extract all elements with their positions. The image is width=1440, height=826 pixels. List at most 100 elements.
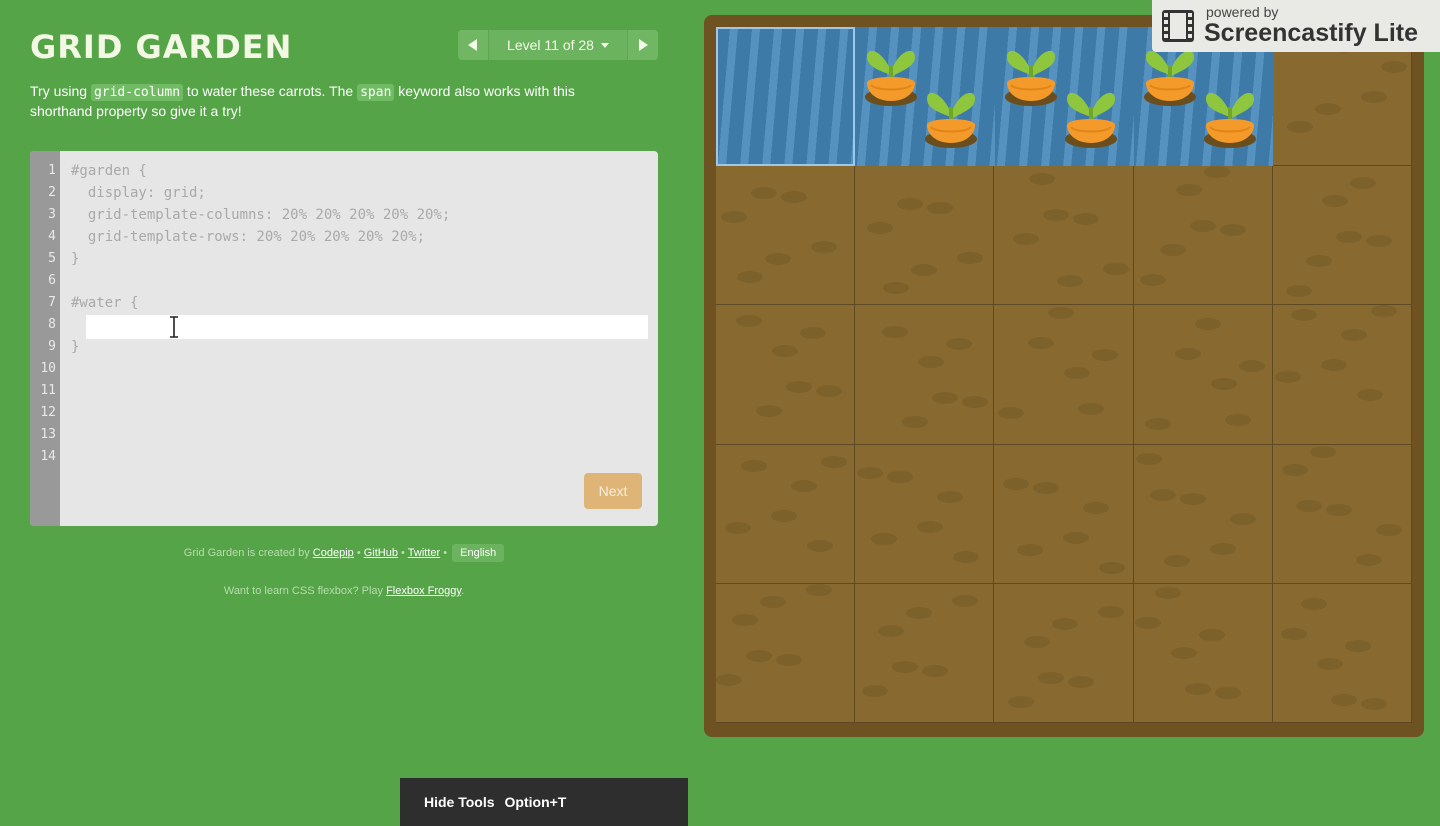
water-cell [855,27,995,166]
pebble [1189,220,1216,233]
pebble [1229,512,1256,525]
powered-by-label: powered by [1206,4,1279,20]
level-navigator: Level 11 of 28 [458,30,658,60]
pebble [1028,337,1055,350]
pebble [1209,542,1236,555]
screencastify-brand: Screencastify Lite [1204,19,1418,47]
soil-cell [1272,583,1412,723]
pebble [1038,671,1065,684]
credit-text: Grid Garden is created by [183,547,313,559]
pebble [1139,274,1166,287]
pebble [732,613,758,626]
pebble [1325,503,1352,516]
pebble [746,649,772,662]
pebble [1179,492,1206,505]
pebble [878,624,905,637]
hide-tools-bar[interactable]: Hide Tools Option+T [400,778,688,826]
screencastify-badge: powered by Screencastify Lite [1152,0,1440,52]
soil-cell [716,444,856,584]
soil-cell [1133,583,1273,723]
pebble [1340,329,1367,342]
pebble [1356,389,1383,402]
pebble [1321,195,1348,208]
pebble [1335,231,1362,244]
line-number: 1 [48,163,56,178]
pebble [932,392,959,405]
pebble [776,653,802,666]
pebble [760,595,786,608]
text-cursor-icon [170,316,178,338]
language-selector[interactable]: English [452,544,505,562]
next-level-button[interactable] [628,30,658,60]
pebble [902,416,929,429]
pebble [1163,554,1190,567]
soil-cell [1272,305,1412,445]
pebble [1305,255,1332,268]
pebble [897,198,924,211]
soil-cell [994,166,1134,306]
pebble [1103,263,1130,276]
pebble [1314,103,1341,115]
pebble [1320,359,1347,372]
pebble [821,455,847,468]
flexbox-promo: Want to learn CSS flexbox? Play Flexbox … [30,585,658,597]
triangle-right-icon [639,39,648,51]
pebble [1135,452,1162,465]
instructions: Try using grid-column to water these car… [30,82,640,120]
water-cell [994,27,1134,166]
soil-cell [1133,166,1273,306]
carrot-icon [1064,92,1117,148]
pebble [1290,309,1317,322]
pebble [867,222,894,235]
pebble [741,459,767,472]
pebble [1286,121,1313,133]
pebble [1083,501,1110,514]
pebble [918,356,945,369]
line-number: 11 [40,383,56,398]
line-number: 13 [40,427,56,442]
pebble [1154,586,1181,599]
carrot-icon [865,50,918,106]
level-dropdown[interactable]: Level 11 of 28 [488,30,628,60]
pebble [1330,693,1357,706]
code-grid-column: grid-column [90,84,184,101]
hide-tools-label: Hide Tools [424,794,495,810]
pebble [786,381,812,394]
code-span: span [357,84,395,101]
soil-cell [1133,305,1273,445]
pebble [1159,244,1186,257]
pebble [765,253,791,266]
pebble [1043,209,1070,222]
carrot-icon [1004,50,1057,106]
soil-cell [716,583,856,723]
pebble [892,660,919,673]
line-number: 2 [48,185,56,200]
pebble [1170,646,1197,659]
pebble [816,385,842,398]
pebble [1024,635,1051,648]
soil-cell [855,444,995,584]
pebble [937,490,964,503]
pebble [1033,481,1060,494]
pebble [1098,605,1125,618]
pebble [1052,617,1079,630]
pebble [1184,682,1211,695]
pebble [1281,463,1308,476]
pebble [1360,697,1387,710]
pebble [883,282,910,295]
pebble [1344,639,1371,652]
pebble [946,338,973,351]
previous-level-button[interactable] [458,30,488,60]
flexbox-froggy-link[interactable]: Flexbox Froggy [386,585,461,597]
code-line: } [71,339,80,355]
chevron-down-icon [600,42,609,48]
github-link[interactable]: GitHub [364,547,398,559]
pebble [1214,686,1241,699]
pebble [1380,61,1407,73]
soil-cell [716,305,856,445]
next-button[interactable]: Next [584,473,642,509]
pebble [962,396,989,409]
pebble [857,466,884,479]
twitter-link[interactable]: Twitter [408,547,440,559]
codepip-link[interactable]: Codepip [313,547,354,559]
